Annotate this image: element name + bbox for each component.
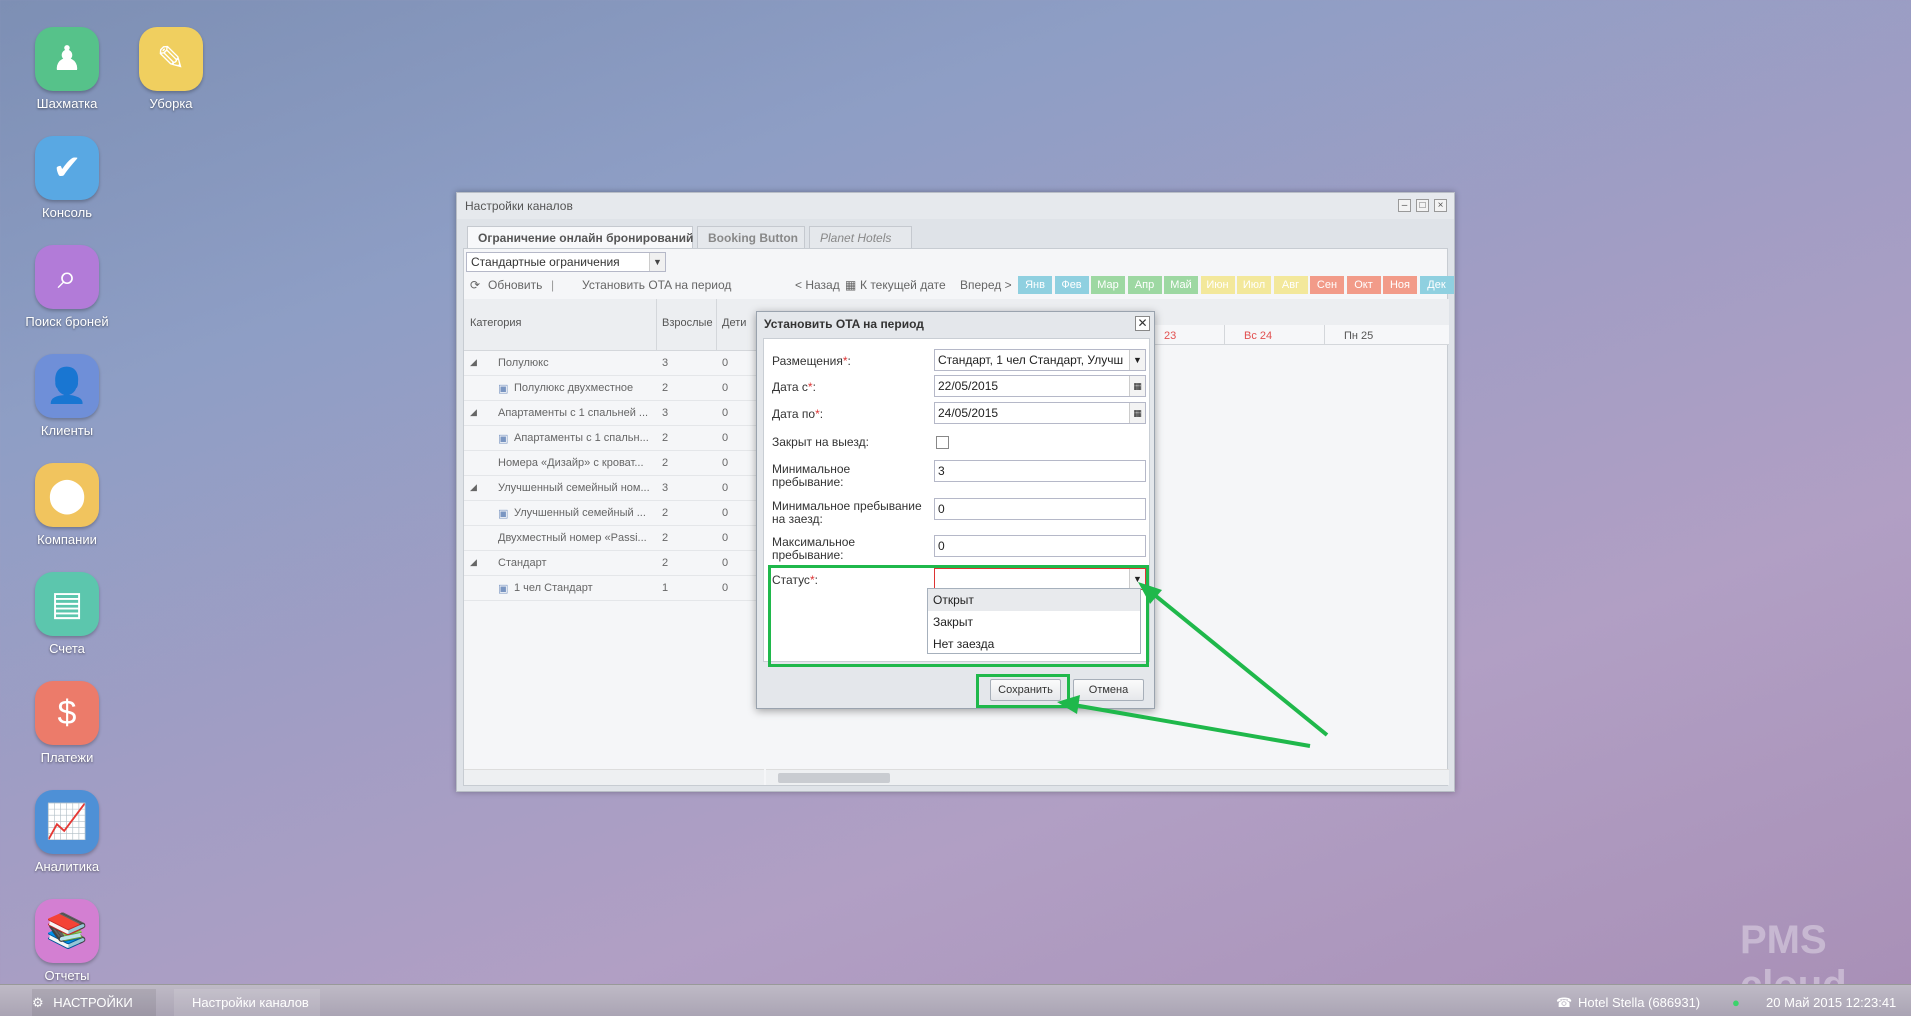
- gear-icon: ⚙: [32, 995, 44, 1010]
- settings-label: НАСТРОЙКИ: [53, 995, 133, 1010]
- arrowhead-icon: [1138, 582, 1162, 604]
- taskbar: ⚙ НАСТРОЙКИ Настройки каналов ☎ Hotel St…: [0, 984, 1911, 1016]
- hotel-name[interactable]: Hotel Stella (686931): [1578, 989, 1700, 1016]
- online-status-icon: ●: [1732, 995, 1740, 1010]
- arrow-to-status: [1144, 586, 1329, 737]
- hotel-icon: ☎: [1556, 995, 1573, 1010]
- arrow-to-save: [1067, 702, 1311, 748]
- annotation-arrows: [1057, 582, 1329, 748]
- arrowhead-icon: [1057, 695, 1080, 714]
- settings-start-button[interactable]: ⚙ НАСТРОЙКИ: [32, 989, 156, 1016]
- taskbar-window-tab[interactable]: Настройки каналов: [174, 989, 320, 1016]
- datetime: 20 Май 2015 12:23:41: [1766, 995, 1897, 1010]
